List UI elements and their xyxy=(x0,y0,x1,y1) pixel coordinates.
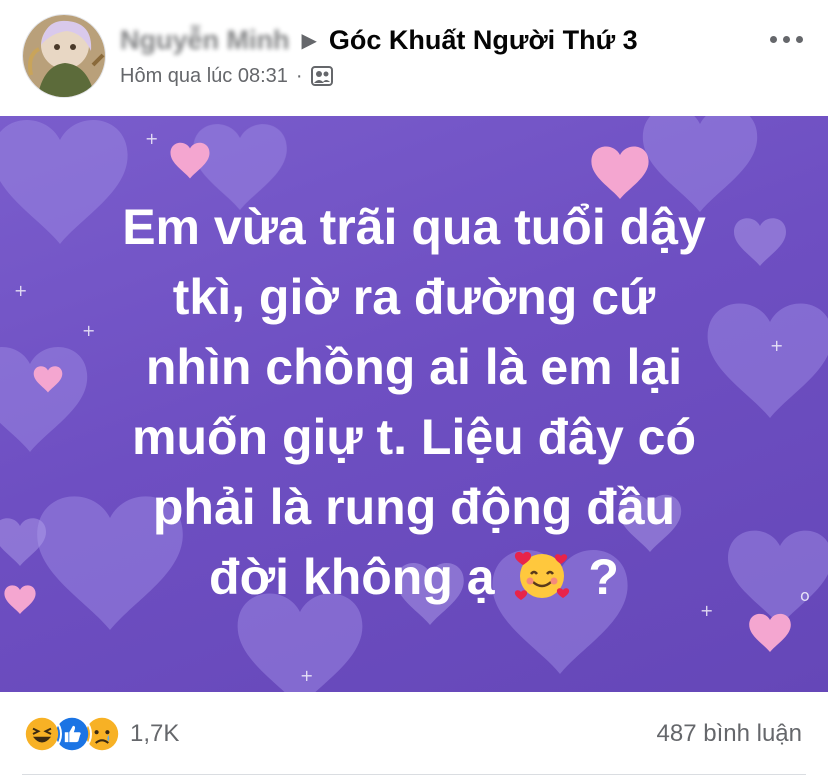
group-audience-icon xyxy=(310,66,333,86)
author-avatar[interactable] xyxy=(22,14,106,98)
arrow-right-icon: ▶ xyxy=(301,29,317,52)
svg-text:+: + xyxy=(145,129,158,148)
smiling-face-with-hearts-emoji xyxy=(514,551,569,600)
reactions-bar: 1,7K 487 bình luận xyxy=(0,692,828,775)
svg-text:+: + xyxy=(300,666,313,685)
svg-text:o: o xyxy=(800,586,810,605)
post-text-line: tkì, giờ ra đường cứ xyxy=(172,269,656,325)
more-options-icon[interactable] xyxy=(770,36,803,43)
author-name[interactable]: Nguyễn Minh xyxy=(120,25,290,56)
comment-count[interactable]: 487 bình luận xyxy=(657,720,802,748)
post-text-line: phải là rung động đầu xyxy=(152,479,676,535)
post-content-background: + + + + o + + Em vừa trãi qua tuổi dậy t… xyxy=(0,116,828,692)
post-question-mark: ? xyxy=(588,549,619,605)
haha-reaction-icon xyxy=(22,714,62,754)
post-text-line-last: đời không ạ ? xyxy=(40,542,788,612)
reaction-icons[interactable] xyxy=(22,714,122,754)
post-text: Em vừa trãi qua tuổi dậy tkì, giờ ra đườ… xyxy=(40,192,788,612)
post-meta-row: Hôm qua lúc 08:31 · xyxy=(120,63,333,89)
post-text-line: đời không ạ xyxy=(209,549,495,605)
post-timestamp[interactable]: Hôm qua lúc 08:31 xyxy=(120,65,288,88)
post-title-row: Nguyễn Minh ▶ Góc Khuất Người Thứ 3 xyxy=(120,22,638,58)
post-text-line: nhìn chồng ai là em lại xyxy=(145,339,683,395)
post-text-line: muốn giự t. Liệu đây có xyxy=(131,409,696,465)
svg-text:+: + xyxy=(14,281,27,300)
meta-separator: · xyxy=(295,64,303,87)
avatar-image xyxy=(23,15,105,97)
group-name[interactable]: Góc Khuất Người Thứ 3 xyxy=(329,25,638,56)
post-header: Nguyễn Minh ▶ Góc Khuất Người Thứ 3 Hôm … xyxy=(0,0,828,116)
reaction-count[interactable]: 1,7K xyxy=(130,720,179,748)
post-text-line: Em vừa trãi qua tuổi dậy xyxy=(122,199,706,255)
